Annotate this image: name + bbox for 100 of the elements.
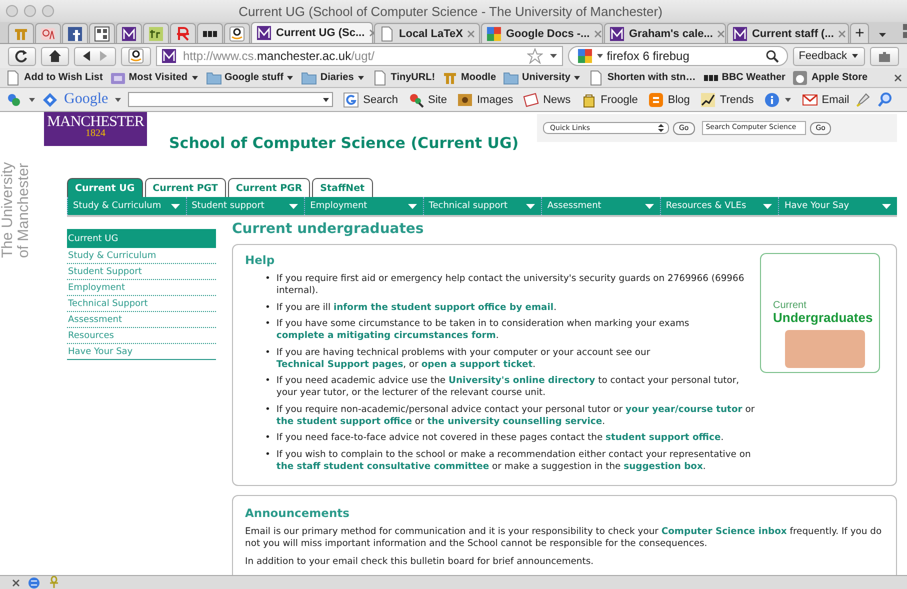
link[interactable]: Technical Support pages xyxy=(276,358,404,370)
caret-icon[interactable] xyxy=(28,96,36,104)
toolbar-button[interactable]: News xyxy=(523,92,571,108)
amazon-button[interactable] xyxy=(121,46,151,66)
menu-item[interactable]: Resources & VLEs xyxy=(660,197,778,215)
new-tab-button[interactable]: + xyxy=(850,23,870,43)
search-field[interactable]: firefox 6 firebug xyxy=(568,46,788,66)
close-icon[interactable] xyxy=(716,30,725,38)
bookmark[interactable]: BBC Weather xyxy=(702,70,786,86)
diamond-icon[interactable] xyxy=(42,92,58,108)
close-icon[interactable] xyxy=(894,74,902,82)
browser-tab[interactable]: Local LaTeX xyxy=(374,23,480,43)
caret-icon[interactable] xyxy=(548,52,558,60)
browser-tab[interactable]: Google Docs -... xyxy=(480,23,603,43)
info-icon[interactable] xyxy=(764,92,780,108)
bookmark[interactable]: Most Visited xyxy=(110,70,199,86)
window-title: Current UG (School of Computer Science - The University of Manchester) xyxy=(238,4,664,18)
help-item: If you need face-to-face advice not covered in these pages contact the student support office. xyxy=(276,432,725,444)
sidebar-link[interactable]: Current UG xyxy=(67,229,216,248)
search-icon[interactable] xyxy=(877,92,894,108)
bookmark[interactable]: TinyURL! xyxy=(372,70,436,86)
highlighter-icon[interactable] xyxy=(855,92,872,108)
menu-item[interactable]: Technical support xyxy=(422,197,542,215)
browser-tab[interactable]: Graham's cale... xyxy=(604,23,726,43)
google-toolbar-brand[interactable]: Google xyxy=(64,91,108,108)
toolbar-button[interactable]: Site xyxy=(408,92,447,108)
help-item: If you need academic advice use the University's online directory to contact your personal tutor, your year tutor, or the lecturer of the relevant course unit. xyxy=(276,375,740,399)
site-tab[interactable]: Current PGR xyxy=(228,178,310,197)
caret-icon[interactable] xyxy=(114,96,122,104)
browser-tab[interactable]: Current UG (Sc... xyxy=(251,22,373,43)
bookmark[interactable]: Add to Wish List xyxy=(5,70,103,86)
home-button[interactable] xyxy=(41,46,69,66)
pinned-tab[interactable] xyxy=(89,23,115,43)
sidebar-link[interactable]: Resources xyxy=(67,328,216,344)
sidebar-link[interactable]: Assessment xyxy=(67,312,216,328)
menu-item[interactable]: Study & Curriculum xyxy=(67,197,186,215)
sidebar-link[interactable]: Technical Support xyxy=(67,296,216,312)
site-tab[interactable]: StaffNet xyxy=(312,178,373,197)
sidebar-link[interactable]: Have Your Say xyxy=(67,344,216,360)
sidebar-link[interactable]: Employment xyxy=(67,280,216,296)
pinned-tab[interactable] xyxy=(62,23,88,43)
bookmark[interactable]: Apple Store xyxy=(792,70,868,86)
options-icon[interactable] xyxy=(6,92,22,108)
site-tab[interactable]: Current UG xyxy=(67,178,143,197)
link[interactable]: the university counselling service xyxy=(427,416,602,426)
feedback-button[interactable]: Feedback xyxy=(792,46,865,66)
toolbar-button[interactable]: Email xyxy=(802,92,850,108)
sidebar-link[interactable]: Study & Curriculum xyxy=(67,248,216,264)
tab-label: Current UG (Sc... xyxy=(276,27,365,39)
extension-button[interactable] xyxy=(870,46,899,66)
star-icon[interactable] xyxy=(526,48,543,64)
caret-icon[interactable] xyxy=(784,96,792,104)
browser-tab[interactable]: Current staff (... xyxy=(726,23,849,43)
reload-button[interactable] xyxy=(8,46,36,66)
close-icon[interactable] xyxy=(466,30,475,38)
toolbar-search-field[interactable] xyxy=(128,92,334,107)
address-field[interactable]: http://www.cs.manchester.ac.uk/ugt/ xyxy=(156,46,563,66)
link[interactable]: inform the student support office by email xyxy=(333,302,554,312)
close-icon[interactable] xyxy=(368,29,377,37)
globe-icon[interactable] xyxy=(28,576,40,588)
bookmark[interactable]: Google stuff xyxy=(206,70,294,86)
menu-item[interactable]: Student support xyxy=(186,197,304,215)
link[interactable]: Computer Science inbox xyxy=(661,526,787,537)
caret-icon[interactable] xyxy=(878,31,888,39)
link[interactable]: student support office xyxy=(606,432,721,443)
close-icon[interactable] xyxy=(838,30,846,38)
menu-item[interactable]: Employment xyxy=(304,197,423,215)
reload-icon xyxy=(15,49,29,63)
bookmark[interactable]: Moodle xyxy=(442,70,496,86)
pinned-tab[interactable] xyxy=(116,23,142,43)
docs-icon xyxy=(486,26,502,42)
menu-item[interactable]: Assessment xyxy=(541,197,660,215)
link[interactable]: your year/course tutor xyxy=(626,404,742,414)
toolbar-button[interactable]: Images xyxy=(457,92,514,108)
help-item: If you have some circumstance to be taken in to consideration when marking your exams complete a mitigating circumstances form. xyxy=(276,318,690,342)
menu-item[interactable]: Have Your Say xyxy=(778,197,898,215)
toolbar-button[interactable]: Trends xyxy=(700,92,754,108)
toolbar-button[interactable]: Blog xyxy=(648,92,690,108)
toolbar-button[interactable]: Search xyxy=(343,92,398,108)
caret-icon xyxy=(763,204,772,208)
bookmark[interactable]: Shorten with stn… xyxy=(588,70,696,86)
toolbar-button[interactable]: Froogle xyxy=(580,92,638,108)
bookmark[interactable]: Diaries xyxy=(301,70,365,86)
bookmark[interactable]: University xyxy=(503,70,582,86)
pinned-tab[interactable] xyxy=(197,23,223,43)
link[interactable]: complete a mitigating circumstances form xyxy=(276,330,496,341)
crest-icon xyxy=(121,26,137,42)
link[interactable]: open a support ticket xyxy=(421,358,533,370)
link[interactable]: suggestion box xyxy=(624,460,703,472)
link[interactable]: the student support office xyxy=(276,416,412,426)
close-icon[interactable] xyxy=(594,30,602,38)
sidebar-link[interactable]: Student Support xyxy=(67,264,216,280)
close-icon[interactable] xyxy=(12,578,20,586)
link[interactable]: University's online directory xyxy=(448,375,596,386)
pinned-tab[interactable] xyxy=(224,23,250,43)
site-tab[interactable]: Current PGT xyxy=(144,178,226,197)
link[interactable]: the staff student consultative committee xyxy=(276,460,490,472)
picture-icon xyxy=(457,92,473,108)
caret-icon xyxy=(356,74,365,82)
back-forward-button[interactable] xyxy=(74,46,116,66)
